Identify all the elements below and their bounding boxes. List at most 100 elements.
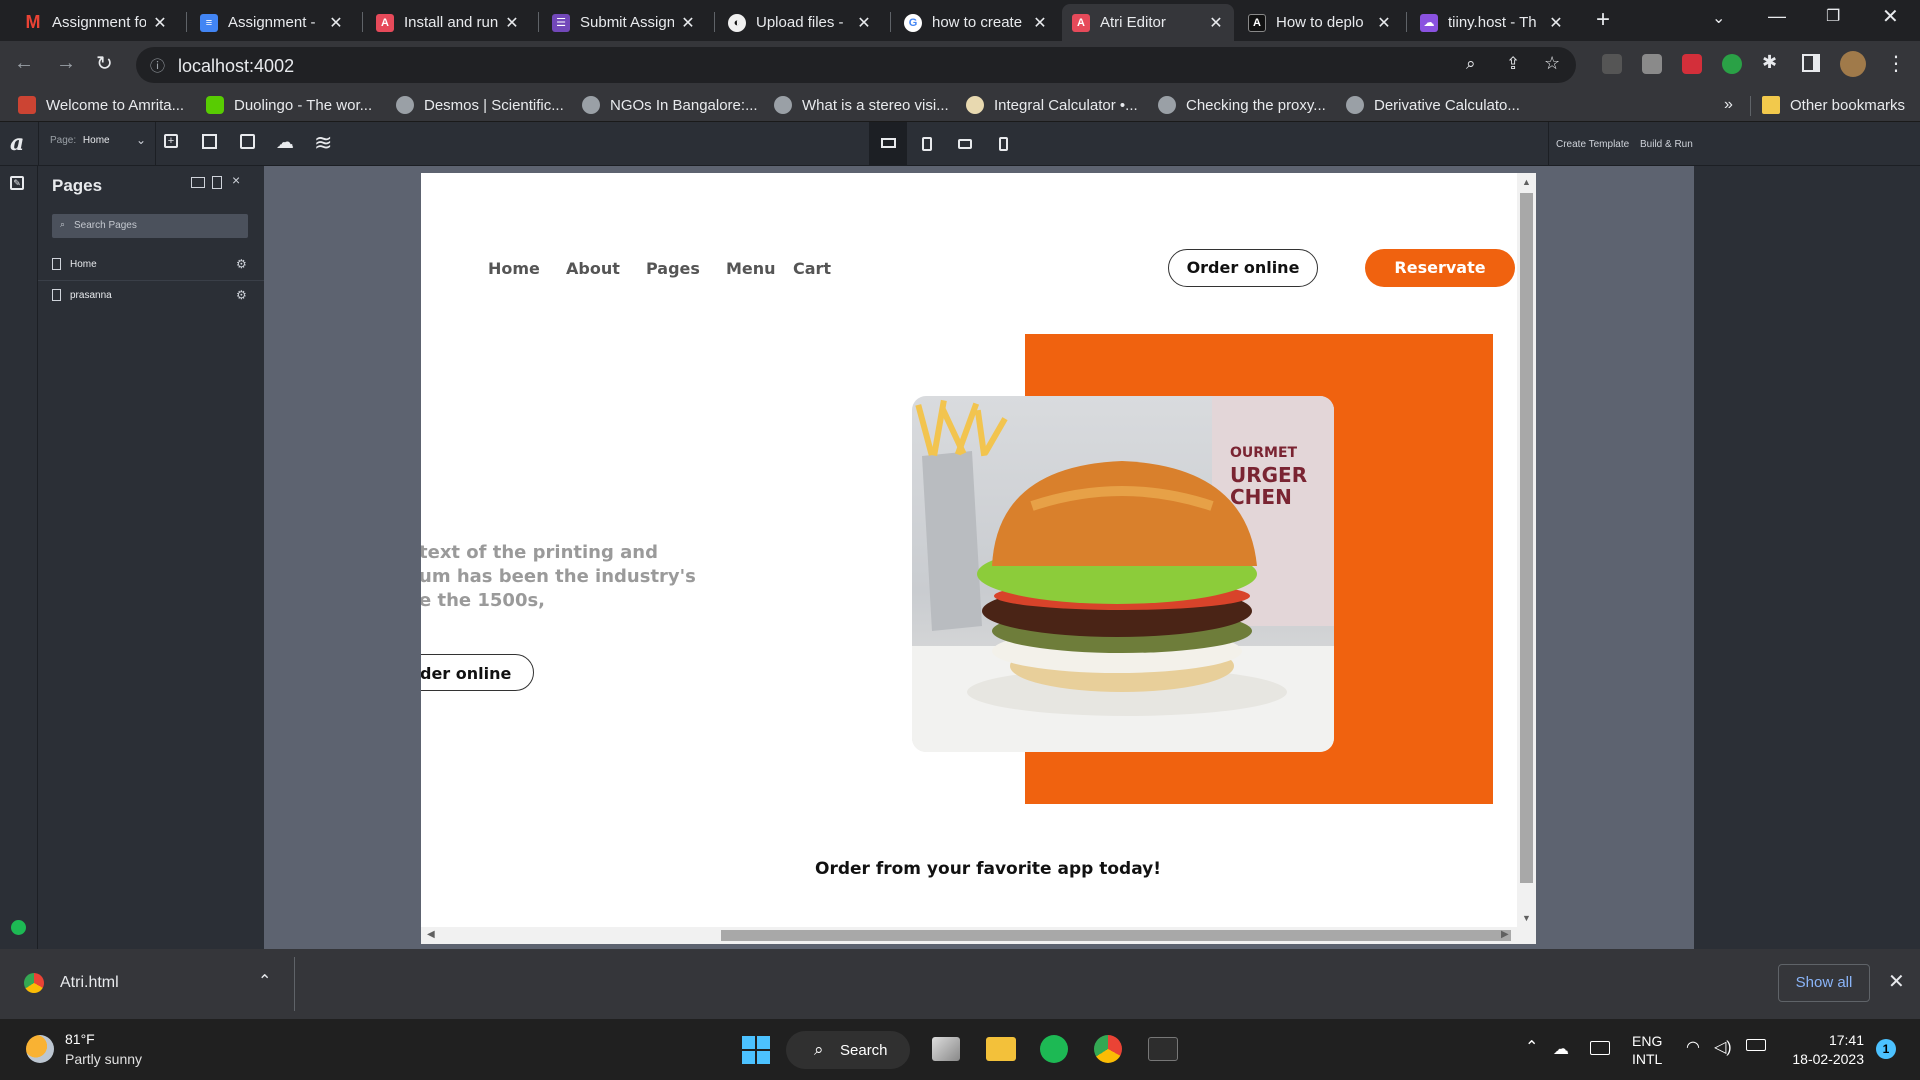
gear-icon[interactable]: ⚙ bbox=[236, 257, 247, 271]
restore-icon[interactable]: ❐ bbox=[1826, 6, 1840, 26]
bookmark-item[interactable]: Checking the proxy... bbox=[1158, 96, 1326, 114]
tablet-icon[interactable] bbox=[922, 137, 932, 151]
tab-docs[interactable]: ≡ Assignment - ✕ bbox=[190, 4, 354, 41]
extension-icon[interactable] bbox=[1602, 54, 1622, 74]
new-folder-icon[interactable] bbox=[191, 177, 205, 188]
sidepanel-icon[interactable] bbox=[1802, 54, 1820, 72]
gear-icon[interactable]: ⚙ bbox=[236, 288, 247, 302]
device-desktop-button[interactable] bbox=[869, 122, 907, 166]
hero-order-button[interactable]: der online bbox=[421, 654, 534, 691]
tab-gmail[interactable]: M Assignment fo ✕ bbox=[14, 4, 178, 41]
extension-icon[interactable] bbox=[1682, 54, 1702, 74]
tab-github[interactable]: ◐ Upload files - ✕ bbox=[718, 4, 882, 41]
bookmark-item[interactable]: Derivative Calculato... bbox=[1346, 96, 1520, 114]
avatar[interactable] bbox=[1840, 51, 1866, 77]
cloud-sync-icon[interactable]: ☁ bbox=[276, 132, 294, 153]
search-pages-input[interactable]: ⌕ Search Pages bbox=[52, 214, 248, 238]
close-panel-icon[interactable]: × bbox=[232, 172, 240, 188]
tab-install[interactable]: A Install and run ✕ bbox=[366, 4, 530, 41]
close-icon[interactable]: ✕ bbox=[504, 13, 520, 33]
bookmark-item[interactable]: What is a stereo visi... bbox=[774, 96, 949, 114]
nav-home[interactable]: Home bbox=[488, 259, 540, 278]
zoom-icon[interactable]: ⌕ bbox=[1466, 54, 1476, 74]
onedrive-icon[interactable]: ☁ bbox=[1553, 1039, 1569, 1059]
page-item-home[interactable]: Home ⚙ bbox=[38, 250, 264, 280]
chrome-taskbar-icon[interactable] bbox=[1094, 1035, 1122, 1063]
file-explorer-icon[interactable] bbox=[986, 1037, 1016, 1061]
show-all-button[interactable]: Show all bbox=[1778, 964, 1870, 1002]
bookmark-item[interactable]: Desmos | Scientific... bbox=[396, 96, 564, 114]
new-tab-icon[interactable]: + bbox=[1596, 6, 1610, 34]
puzzle-icon[interactable]: ✱ bbox=[1762, 52, 1777, 73]
menu-kebab-icon[interactable]: ⋮ bbox=[1886, 51, 1906, 76]
bookmarks-more-icon[interactable]: » bbox=[1724, 96, 1733, 114]
window-close-icon[interactable]: ✕ bbox=[1882, 4, 1899, 29]
taskbar-search[interactable]: ⌕ Search bbox=[786, 1031, 910, 1069]
tab-forms[interactable]: ☰ Submit Assign ✕ bbox=[542, 4, 706, 41]
chevron-up-icon[interactable]: ⌃ bbox=[1525, 1037, 1538, 1057]
task-view-icon[interactable] bbox=[932, 1037, 960, 1061]
nav-cart[interactable]: Cart bbox=[793, 259, 831, 278]
tab-google[interactable]: G how to create ✕ bbox=[894, 4, 1058, 41]
close-icon[interactable]: ✕ bbox=[328, 13, 344, 33]
scroll-thumb[interactable] bbox=[1520, 193, 1533, 883]
nav-pages[interactable]: Pages bbox=[646, 259, 700, 278]
image-icon[interactable] bbox=[240, 134, 255, 149]
close-icon[interactable]: ✕ bbox=[1548, 13, 1564, 33]
tab-search-chevron-icon[interactable]: ⌄ bbox=[1712, 8, 1725, 28]
nav-about[interactable]: About bbox=[566, 259, 620, 278]
close-icon[interactable]: ✕ bbox=[152, 13, 168, 33]
scroll-left-icon[interactable]: ◀ bbox=[427, 929, 435, 940]
page-selector[interactable]: Page: Home ⌄ bbox=[50, 133, 150, 153]
tab-atri-editor[interactable]: A Atri Editor ✕ bbox=[1062, 4, 1234, 41]
language-indicator[interactable]: ENG INTL bbox=[1632, 1032, 1662, 1068]
mobile-icon[interactable] bbox=[999, 137, 1008, 151]
close-icon[interactable]: ✕ bbox=[1888, 969, 1905, 994]
weather-icon[interactable] bbox=[26, 1035, 54, 1063]
tab-tiiny[interactable]: ☁ tiiny.host - Th ✕ bbox=[1410, 4, 1574, 41]
create-template-button[interactable]: Create Template bbox=[1556, 139, 1629, 150]
spotify-icon[interactable] bbox=[1040, 1035, 1068, 1063]
new-file-icon[interactable] bbox=[212, 176, 222, 189]
tablet-landscape-icon[interactable] bbox=[958, 139, 972, 149]
bookmark-item[interactable]: Duolingo - The wor... bbox=[206, 96, 372, 114]
edit-icon[interactable]: ✎ bbox=[10, 176, 24, 190]
address-bar[interactable]: ⓘ localhost:4002 ⌕ ⇪ ☆ bbox=[136, 47, 1576, 83]
nav-menu[interactable]: Menu bbox=[726, 259, 776, 278]
close-icon[interactable]: ✕ bbox=[1208, 13, 1224, 33]
order-online-button[interactable]: Order online bbox=[1168, 249, 1318, 287]
bookmark-item[interactable]: Welcome to Amrita... bbox=[18, 96, 184, 114]
scroll-up-icon[interactable]: ▲ bbox=[1522, 177, 1531, 187]
close-icon[interactable]: ✕ bbox=[680, 13, 696, 33]
layout-icon[interactable] bbox=[202, 134, 217, 149]
bookmark-item[interactable]: Integral Calculator •... bbox=[966, 96, 1138, 114]
scroll-down-icon[interactable]: ▼ bbox=[1522, 913, 1531, 923]
vertical-scrollbar[interactable]: ▲ ▼ bbox=[1517, 173, 1536, 927]
minimize-icon[interactable]: — bbox=[1768, 6, 1786, 27]
volume-icon[interactable]: ◁) bbox=[1714, 1037, 1732, 1057]
share-icon[interactable]: ⇪ bbox=[1506, 54, 1520, 74]
reservate-button[interactable]: Reservate bbox=[1365, 249, 1515, 287]
scroll-thumb[interactable] bbox=[721, 930, 1511, 941]
keyboard-icon[interactable] bbox=[1590, 1041, 1610, 1055]
extension-icon[interactable] bbox=[1722, 54, 1742, 74]
terminal-icon[interactable] bbox=[1148, 1037, 1178, 1061]
battery-icon[interactable] bbox=[1746, 1039, 1766, 1051]
close-icon[interactable]: ✕ bbox=[1032, 13, 1048, 33]
notification-badge[interactable]: 1 bbox=[1876, 1039, 1896, 1059]
forward-icon[interactable]: → bbox=[56, 52, 76, 75]
download-file[interactable]: Atri.html bbox=[60, 974, 119, 992]
build-run-button[interactable]: Build & Run bbox=[1640, 139, 1693, 150]
bookmark-star-icon[interactable]: ☆ bbox=[1544, 53, 1560, 74]
chevron-up-icon[interactable]: ⌃ bbox=[258, 971, 271, 991]
close-icon[interactable]: ✕ bbox=[856, 13, 872, 33]
windows-start-icon[interactable] bbox=[742, 1036, 770, 1064]
add-page-icon[interactable]: + bbox=[164, 134, 178, 148]
clock[interactable]: 17:41 18-02-2023 bbox=[1780, 1031, 1864, 1069]
wifi-icon[interactable]: ◠ bbox=[1686, 1037, 1700, 1057]
horizontal-scrollbar[interactable]: ◀ ▶ bbox=[421, 927, 1536, 944]
layers-icon[interactable]: ≋ bbox=[314, 130, 332, 156]
bookmark-item[interactable]: NGOs In Bangalore:... bbox=[582, 96, 758, 114]
other-bookmarks[interactable]: Other bookmarks bbox=[1762, 96, 1905, 114]
back-icon[interactable]: ← bbox=[14, 52, 34, 75]
